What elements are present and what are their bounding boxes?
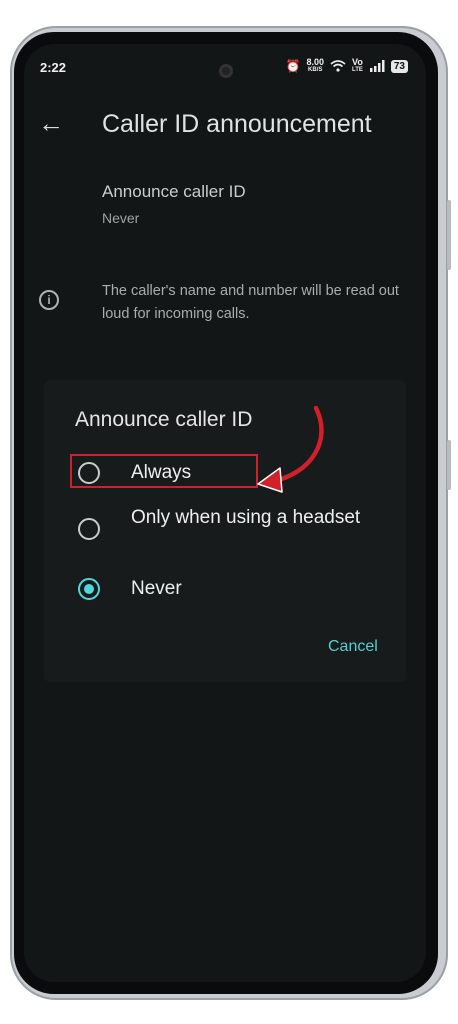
front-camera [219,64,233,78]
option-headset[interactable]: Only when using a headset [44,506,406,558]
setting-value: Never [102,210,140,226]
network-speed-value: 8.00 [306,57,324,67]
option-never[interactable]: Never [44,574,406,604]
radio-button-selected[interactable] [78,578,100,600]
volte-indicator: Vo LTE [352,58,363,74]
lte-label: LTE [351,67,363,73]
app-bar: ← Caller ID announcement [24,96,426,152]
radio-button[interactable] [78,462,100,484]
volte-label: Vo [352,57,363,67]
announce-caller-id-dialog: Announce caller ID Always Only when usin… [44,380,406,682]
setting-title: Announce caller ID [102,182,246,201]
info-text: The caller's name and number will be rea… [102,283,399,322]
screen: 2:22 ⏰ 8.00 KB/S Vo LTE 73 ← Caller ID a… [24,44,426,982]
alarm-icon: ⏰ [285,59,301,73]
page-title: Caller ID announcement [102,110,372,138]
volume-button [447,200,451,270]
battery-level: 73 [390,59,408,73]
status-bar: 2:22 ⏰ 8.00 KB/S Vo LTE 73 [24,44,426,92]
option-label: Never [131,578,182,599]
status-icons: ⏰ 8.00 KB/S Vo LTE 73 [285,58,408,74]
wifi-icon [330,60,346,72]
network-speed-unit: KB/S [308,67,323,73]
annotation-arrow-icon [257,405,324,493]
signal-icon [369,60,385,72]
network-speed: 8.00 KB/S [306,58,324,74]
back-arrow-icon[interactable]: ← [38,108,64,139]
radio-button[interactable] [78,518,100,540]
power-button [447,440,451,490]
option-label: Only when using a headset [131,507,361,528]
option-always[interactable]: Always [44,458,406,488]
status-time: 2:22 [40,60,67,75]
dialog-title: Announce caller ID [75,408,253,431]
cancel-button[interactable]: Cancel [328,638,378,656]
info-icon: i [39,290,59,310]
